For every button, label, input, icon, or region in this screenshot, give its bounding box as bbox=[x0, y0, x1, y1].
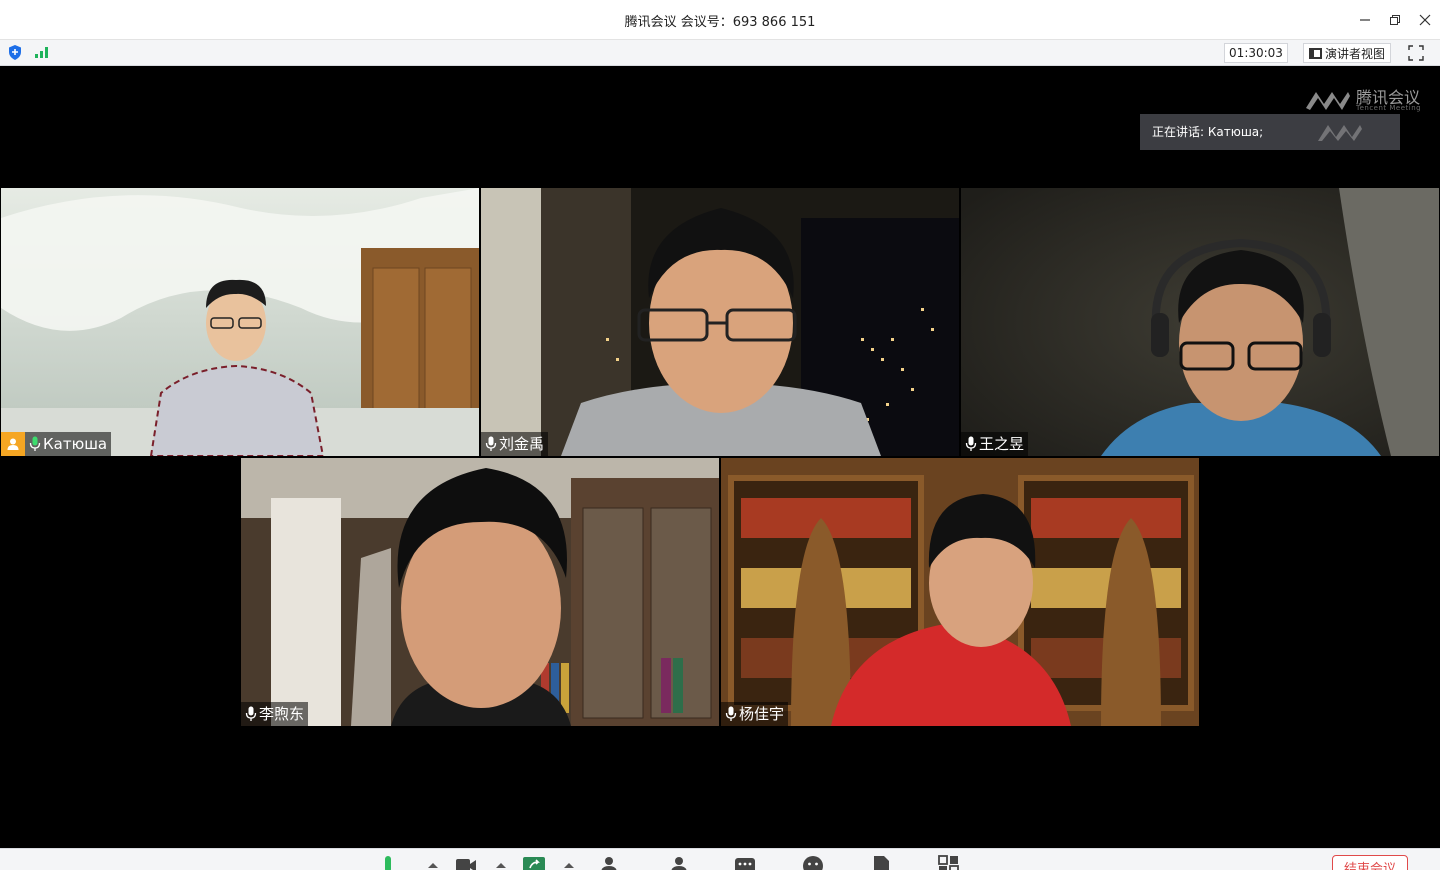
settings-icon[interactable] bbox=[938, 855, 960, 870]
participant-video bbox=[241, 458, 719, 726]
document-icon[interactable] bbox=[870, 855, 892, 870]
mic-icon bbox=[485, 436, 497, 451]
video-stage bbox=[0, 66, 1440, 848]
participant-name: Катюша bbox=[43, 435, 108, 453]
end-meeting-button[interactable]: 结束会议 bbox=[1332, 855, 1408, 870]
video-tile[interactable]: 刘金禹 bbox=[481, 188, 959, 456]
speaker-view-button[interactable]: 演讲者视图 bbox=[1303, 43, 1391, 63]
host-icon bbox=[1, 432, 25, 456]
camera-icon[interactable] bbox=[455, 855, 477, 870]
signal-bars-icon[interactable] bbox=[35, 46, 50, 58]
fullscreen-icon[interactable] bbox=[1407, 44, 1425, 62]
participant-name: 杨佳宇 bbox=[739, 705, 785, 723]
speaker-view-icon bbox=[1309, 47, 1322, 59]
speaking-indicator: 正在讲话: Катюша; bbox=[1140, 114, 1400, 150]
mic-icon bbox=[29, 436, 41, 451]
participant-video bbox=[481, 188, 959, 456]
window-title: 腾讯会议 会议号：693 866 151 bbox=[624, 15, 816, 30]
mic-menu-chevron-icon[interactable] bbox=[428, 863, 438, 868]
participant-name: 刘金禹 bbox=[499, 435, 545, 453]
participant-name-tag: 刘金禹 bbox=[481, 432, 549, 456]
video-tile[interactable]: 李煦东 bbox=[241, 458, 719, 726]
video-tile[interactable]: 王之昱 bbox=[961, 188, 1439, 456]
mic-icon bbox=[245, 706, 257, 721]
brand-logo-icon bbox=[1306, 92, 1350, 110]
participant-name-tag: Катюша bbox=[1, 432, 112, 456]
participant-video bbox=[721, 458, 1199, 726]
meeting-timer: 01:30:03 bbox=[1224, 43, 1288, 63]
brand-subtitle: Tencent Meeting bbox=[1356, 104, 1422, 112]
mic-icon bbox=[965, 436, 977, 451]
bottom-control-bar: 结束会议 bbox=[0, 848, 1440, 870]
participant-name-tag: 杨佳宇 bbox=[721, 702, 789, 726]
camera-menu-chevron-icon[interactable] bbox=[496, 863, 506, 868]
restore-icon[interactable] bbox=[1383, 8, 1407, 32]
video-tile[interactable]: Катюша bbox=[1, 188, 479, 456]
share-screen-icon[interactable] bbox=[523, 855, 545, 870]
speaking-label: 正在讲话: Катюша; bbox=[1152, 125, 1264, 139]
title-bar: 腾讯会议 会议号：693 866 151 bbox=[0, 0, 1440, 40]
speaker-view-label: 演讲者视图 bbox=[1325, 46, 1386, 61]
shield-icon[interactable] bbox=[8, 45, 22, 60]
participant-name: 王之昱 bbox=[979, 435, 1025, 453]
members-icon[interactable] bbox=[668, 855, 690, 870]
participant-name-tag: 李煦东 bbox=[241, 702, 309, 726]
mic-icon[interactable] bbox=[377, 855, 399, 870]
participant-name-tag: 王之昱 bbox=[961, 432, 1029, 456]
share-menu-chevron-icon[interactable] bbox=[564, 863, 574, 868]
minimize-icon[interactable] bbox=[1353, 8, 1377, 32]
meeting-toolbar: 01:30:03 演讲者视图 bbox=[0, 40, 1440, 66]
tencent-meeting-logo: 腾讯会议 Tencent Meeting bbox=[1304, 84, 1426, 114]
invite-icon[interactable] bbox=[600, 855, 622, 870]
chat-icon[interactable] bbox=[734, 855, 756, 870]
participant-video bbox=[961, 188, 1439, 456]
speaking-logo-icon bbox=[1318, 125, 1362, 141]
mic-icon bbox=[725, 706, 737, 721]
video-tile[interactable]: 杨佳宇 bbox=[721, 458, 1199, 726]
participant-video bbox=[1, 188, 479, 456]
close-icon[interactable] bbox=[1413, 8, 1437, 32]
reactions-icon[interactable] bbox=[802, 855, 824, 870]
participant-name: 李煦东 bbox=[259, 705, 305, 723]
